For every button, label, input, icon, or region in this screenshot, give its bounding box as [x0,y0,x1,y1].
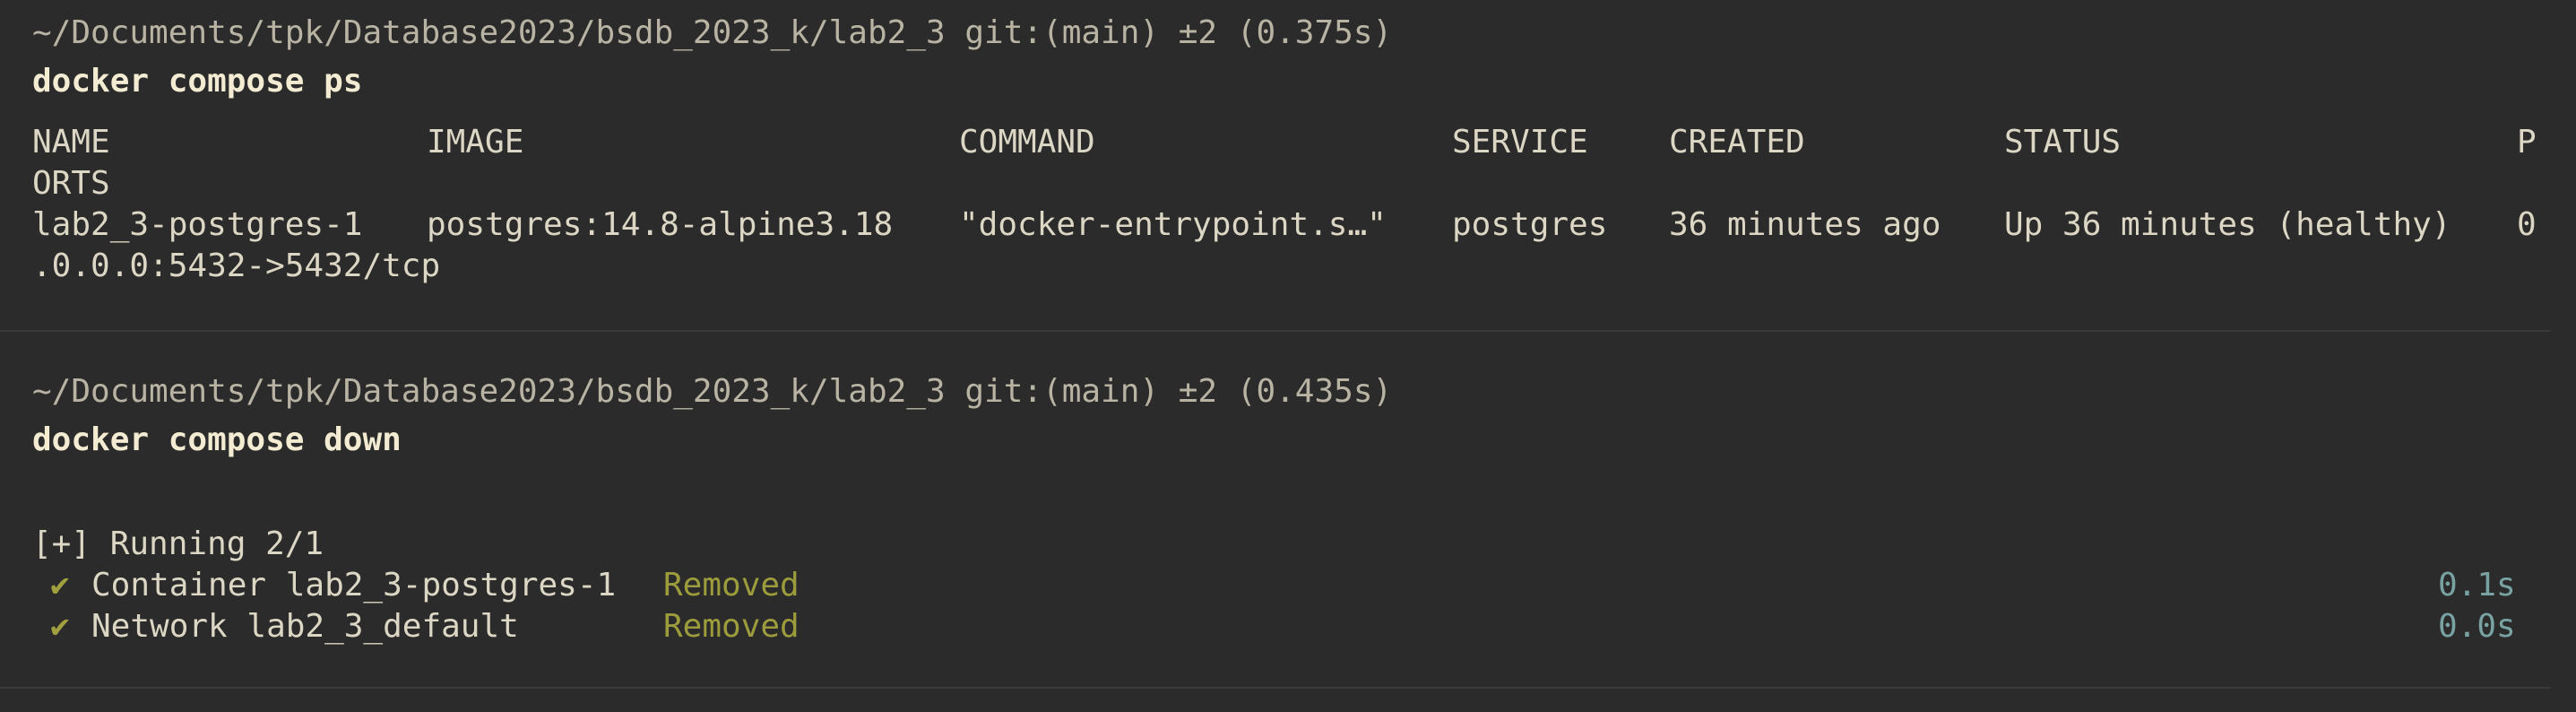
header-ports-wrap-end: ORTS [32,165,110,202]
item-state: Removed [663,567,800,603]
row-created: 36 minutes ago [1669,206,1941,243]
header-name: NAME [32,124,110,161]
checkmark-icon: ✔ [50,608,70,645]
row-name: lab2_3-postgres-1 [32,206,363,243]
row-ports-wrap-start: 0 [2517,206,2537,243]
row-ports-wrap-end: .0.0.0:5432->5432/tcp [32,247,441,284]
command-line: docker compose down [32,421,402,458]
running-status: [+] Running 2/1 [32,525,324,562]
item-time: 0.0s [2438,608,2516,645]
row-image: postgres:14.8-alpine3.18 [427,206,894,243]
row-service: postgres [1452,206,1608,243]
prompt-line: ~/Documents/tpk/Database2023/bsdb_2023_k… [32,14,1393,51]
header-created: CREATED [1669,124,1805,161]
block-divider [0,687,2551,689]
row-status: Up 36 minutes (healthy) [2004,206,2451,243]
block-divider [0,330,2551,332]
item-state: Removed [663,608,800,645]
header-status: STATUS [2004,124,2122,161]
row-command: "docker-entrypoint.s…" [959,206,1387,243]
item-label: Network lab2_3_default [91,608,519,645]
header-service: SERVICE [1452,124,1588,161]
prompt-line: ~/Documents/tpk/Database2023/bsdb_2023_k… [32,373,1393,410]
header-ports-wrap-start: P [2517,124,2537,161]
command-line: docker compose ps [32,63,363,100]
checkmark-icon: ✔ [50,567,70,603]
terminal-window[interactable]: ~/Documents/tpk/Database2023/bsdb_2023_k… [0,0,2576,712]
header-image: IMAGE [427,124,524,161]
item-label: Container lab2_3-postgres-1 [91,567,617,603]
item-time: 0.1s [2438,567,2516,603]
header-command: COMMAND [959,124,1095,161]
